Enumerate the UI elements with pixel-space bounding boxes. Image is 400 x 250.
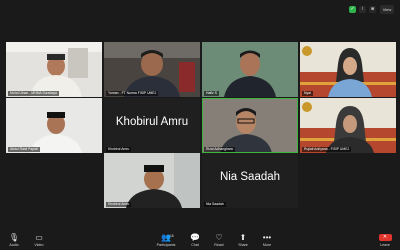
participant-name: Nyai	[302, 91, 313, 96]
share-screen-icon: ⬆	[239, 233, 247, 242]
participant-name: Rizal Adhanghara	[204, 147, 235, 152]
participant-video	[6, 42, 102, 97]
participants-count: 16	[170, 234, 174, 238]
video-tile[interactable]: Rujiati Adriyana - FISIP UMEJ	[300, 98, 396, 153]
participant-video	[202, 42, 298, 97]
participant-display-name: Khobirul Amru	[115, 116, 189, 128]
participants-label: Participants	[156, 243, 176, 247]
participant-video	[202, 98, 298, 153]
participant-video	[300, 42, 396, 97]
leave-icon: ✕	[378, 234, 392, 241]
info-icon[interactable]: i	[359, 6, 366, 13]
participant-name: Yuman - FT Nurma FISIP UMEJ	[106, 91, 159, 96]
heart-icon: ♡	[215, 233, 223, 242]
shield-check-icon[interactable]: ✓	[349, 6, 356, 13]
microphone-icon: 🎙	[8, 233, 20, 242]
top-icons: ✓ i ■	[349, 6, 376, 13]
chat-label: Chat	[191, 243, 199, 247]
top-bar: ✓ i ■ View	[0, 0, 400, 20]
lock-icon[interactable]: ■	[369, 6, 376, 13]
video-label: Video	[34, 243, 44, 247]
video-tile[interactable]: Abdul Rasil Papati	[6, 98, 102, 153]
meeting-toolbar: 🎙 Audio ▭ Video 👥 16 Participants 💬 Chat…	[0, 228, 400, 250]
participant-name: Rujiati Adriyana - FISIP UMEJ	[302, 147, 352, 152]
participant-name: Abdul Rasil Papati	[8, 147, 40, 152]
participant-display-name: Nia Saadah	[219, 171, 281, 183]
chat-icon: 💬	[190, 233, 200, 242]
more-button[interactable]: ••• More	[252, 233, 282, 248]
video-tile[interactable]: Mohd Ulnan - MHMA Surabaya	[6, 42, 102, 97]
participants-button[interactable]: 👥 16 Participants	[151, 233, 181, 248]
participant-name: Khobirul Amru	[106, 202, 132, 207]
camera-icon: ▭	[35, 233, 43, 242]
participant-video	[104, 153, 200, 208]
leave-label: Leave	[380, 243, 390, 247]
participant-video	[6, 98, 102, 153]
video-tile[interactable]: Khobirul Amru Khobirul Amru	[104, 98, 200, 153]
participant-name: Hafiz S	[204, 91, 219, 96]
participant-video	[300, 98, 396, 153]
participant-name: Mohd Ulnan - MHMA Surabaya	[8, 91, 59, 96]
participant-name: Nia Saadah	[204, 202, 226, 207]
audio-label: Audio	[9, 243, 19, 247]
video-tile[interactable]: Rizal Adhanghara	[202, 98, 298, 153]
participant-video	[104, 42, 200, 97]
view-button[interactable]: View	[380, 5, 394, 14]
video-tile[interactable]: Hafiz S	[202, 42, 298, 97]
more-label: More	[262, 243, 272, 247]
video-tile[interactable]: Yuman - FT Nurma FISIP UMEJ	[104, 42, 200, 97]
share-label: Share	[238, 243, 248, 247]
participant-name: Khobirul Amru	[106, 147, 132, 152]
video-tile[interactable]: Nyai	[300, 42, 396, 97]
video-button[interactable]: ▭ Video	[24, 233, 54, 248]
video-tile[interactable]: Khobirul Amru	[104, 153, 200, 208]
react-label: React	[214, 243, 224, 247]
leave-button[interactable]: ✕ Leave	[370, 234, 400, 248]
video-tile[interactable]: Nia Saadah Nia Saadah	[202, 153, 298, 208]
more-dots-icon: •••	[262, 233, 272, 242]
